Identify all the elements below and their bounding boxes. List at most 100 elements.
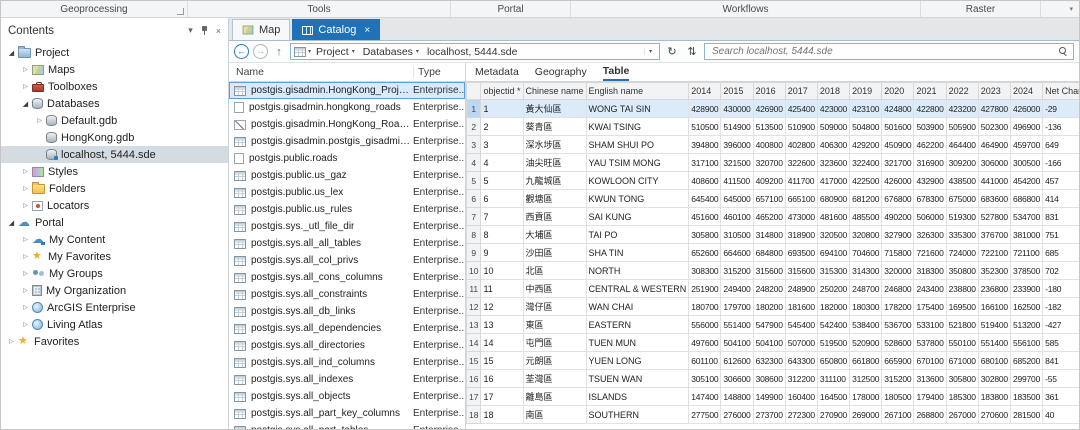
cell[interactable]: 油尖旺區	[523, 154, 586, 172]
cell[interactable]: 426000	[882, 172, 914, 190]
cell[interactable]: 686800	[1010, 190, 1042, 208]
cell[interactable]: WONG TAI SIN	[586, 100, 689, 118]
row-number[interactable]: 5	[467, 172, 481, 190]
cell[interactable]: 504100	[753, 334, 785, 352]
cell[interactable]: 178200	[882, 298, 914, 316]
expand-icon[interactable]: ▷	[19, 287, 32, 294]
cell[interactable]: 169500	[946, 298, 978, 316]
cell[interactable]: 490200	[882, 208, 914, 226]
cell[interactable]: 396000	[721, 136, 753, 154]
cell[interactable]: 381000	[1010, 226, 1042, 244]
cell[interactable]: 432900	[914, 172, 946, 190]
cell[interactable]: 664600	[721, 244, 753, 262]
cell[interactable]: 423000	[817, 100, 849, 118]
cell[interactable]: 685200	[1010, 352, 1042, 370]
select-all-corner[interactable]	[467, 83, 481, 100]
cell[interactable]: 501600	[882, 118, 914, 136]
tree-item-portal[interactable]: ◢Portal	[1, 214, 228, 231]
cell[interactable]: 243400	[914, 280, 946, 298]
cell[interactable]: 411700	[785, 172, 817, 190]
cell[interactable]: 645000	[721, 190, 753, 208]
cell[interactable]: 649	[1043, 136, 1079, 154]
column-header-2016[interactable]: 2016	[753, 83, 785, 100]
catalog-item[interactable]: postgis.public.roadsEnterprise...	[229, 150, 465, 167]
cell[interactable]: WAN CHAI	[586, 298, 689, 316]
cell[interactable]: 661800	[850, 352, 882, 370]
row-number[interactable]: 14	[467, 334, 481, 352]
tree-item-favorites[interactable]: ▷Favorites	[1, 333, 228, 350]
breadcrumb-project[interactable]: Project ▾	[313, 46, 358, 58]
cell[interactable]: 680900	[817, 190, 849, 208]
expand-icon[interactable]: ▷	[19, 321, 32, 328]
cell[interactable]: 305800	[689, 226, 721, 244]
column-header-2024[interactable]: 2024	[1010, 83, 1042, 100]
cell[interactable]: 302800	[978, 370, 1010, 388]
cell[interactable]: 520900	[850, 334, 882, 352]
cell[interactable]: 507000	[785, 334, 817, 352]
cell[interactable]: 504800	[850, 118, 882, 136]
cell[interactable]: 702	[1043, 262, 1079, 280]
cell[interactable]: 313600	[914, 370, 946, 388]
tree-item-my-groups[interactable]: ▷My Groups	[1, 265, 228, 282]
cell[interactable]: 671000	[946, 352, 978, 370]
cell[interactable]: 693500	[785, 244, 817, 262]
cell[interactable]: 270900	[817, 406, 849, 424]
cell[interactable]: 681200	[850, 190, 882, 208]
table-row[interactable]: 1212灣仔區WAN CHAI1807001797001802001816001…	[467, 298, 1080, 316]
cell[interactable]: 497600	[689, 334, 721, 352]
cell[interactable]: 270600	[978, 406, 1010, 424]
cell[interactable]: 315200	[882, 370, 914, 388]
cell[interactable]: 402800	[785, 136, 817, 154]
column-header-2017[interactable]: 2017	[785, 83, 817, 100]
collapse-icon[interactable]: ◢	[5, 219, 18, 227]
tree-item-project[interactable]: ◢Project	[1, 44, 228, 61]
cell[interactable]: 506000	[914, 208, 946, 226]
cell[interactable]: 408600	[689, 172, 721, 190]
cell[interactable]: 454200	[1010, 172, 1042, 190]
cell[interactable]: 426000	[1010, 100, 1042, 118]
cell[interactable]: 528600	[882, 334, 914, 352]
cell[interactable]: TAI PO	[586, 226, 689, 244]
table-row[interactable]: 55九龍城區KOWLOON CITY4086004115004092004117…	[467, 172, 1080, 190]
table-row[interactable]: 77西貢區SAI KUNG451600460100465200473000481…	[467, 208, 1080, 226]
cell[interactable]: 556100	[1010, 334, 1042, 352]
cell[interactable]: 元朗區	[523, 352, 586, 370]
cell[interactable]: 318900	[785, 226, 817, 244]
cell[interactable]: 9	[481, 244, 523, 262]
column-header-2022[interactable]: 2022	[946, 83, 978, 100]
cell[interactable]: 4	[481, 154, 523, 172]
tab-table[interactable]: Table	[603, 63, 630, 81]
cell[interactable]: 3	[481, 136, 523, 154]
cell[interactable]: 521800	[946, 316, 978, 334]
auto-hide-pin-icon[interactable]	[200, 25, 209, 36]
cell[interactable]: 315200	[721, 262, 753, 280]
cell[interactable]: ISLANDS	[586, 388, 689, 406]
catalog-item[interactable]: postgis.public.us_rulesEnterprise...	[229, 201, 465, 218]
cell[interactable]: 東區	[523, 316, 586, 334]
row-number[interactable]: 15	[467, 352, 481, 370]
cell[interactable]: 430000	[721, 100, 753, 118]
cell[interactable]: SHAM SHUI PO	[586, 136, 689, 154]
cell[interactable]: 533100	[914, 316, 946, 334]
collapse-ribbon-icon[interactable]: ▾	[1069, 5, 1073, 13]
cell[interactable]: SAI KUNG	[586, 208, 689, 226]
dialog-launcher-icon[interactable]	[177, 8, 184, 15]
cell[interactable]: 離島區	[523, 388, 586, 406]
cell[interactable]: 350800	[946, 262, 978, 280]
tree-item-arcgis-enterprise[interactable]: ▷ArcGIS Enterprise	[1, 299, 228, 316]
cell[interactable]: 179700	[721, 298, 753, 316]
tree-item-folders[interactable]: ▷Folders	[1, 180, 228, 197]
cell[interactable]: 318300	[914, 262, 946, 280]
cell[interactable]: 335300	[946, 226, 978, 244]
cell[interactable]: 黃大仙區	[523, 100, 586, 118]
sort-button[interactable]: ⇅	[684, 45, 700, 58]
cell[interactable]: 311100	[817, 370, 849, 388]
cell[interactable]: 314800	[753, 226, 785, 244]
cell[interactable]: 542400	[817, 316, 849, 334]
tree-item-localhost-5444-sde[interactable]: localhost, 5444.sde	[1, 146, 228, 163]
row-number[interactable]: 1	[467, 100, 481, 118]
cell[interactable]: 429200	[850, 136, 882, 154]
cell[interactable]: 722100	[978, 244, 1010, 262]
cell[interactable]: 451600	[689, 208, 721, 226]
cell[interactable]: 249400	[721, 280, 753, 298]
